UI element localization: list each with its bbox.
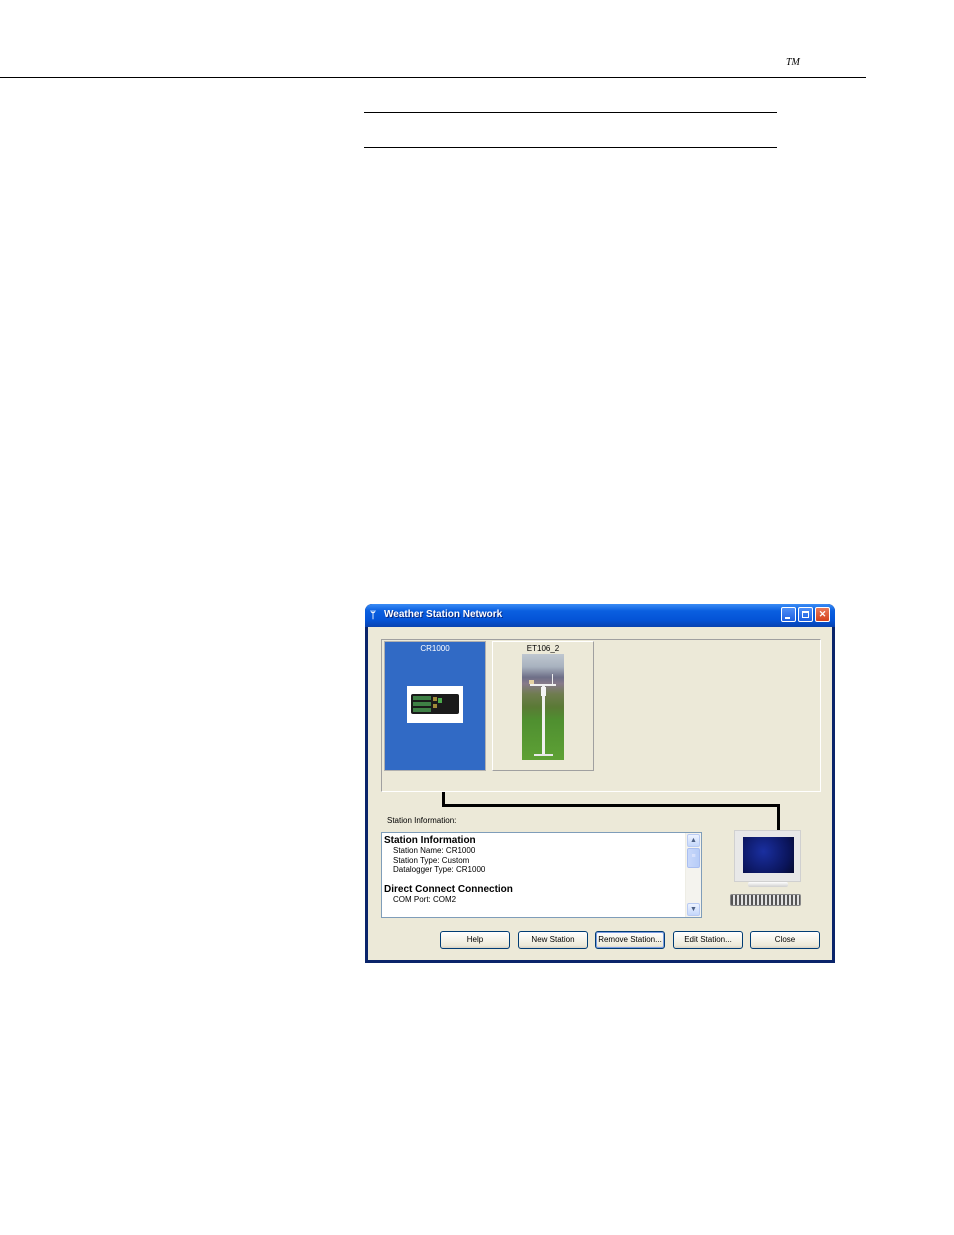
weather-station-icon (522, 654, 564, 760)
keyboard-icon (730, 894, 801, 906)
minimize-button[interactable] (781, 607, 796, 622)
station-list-panel: CR1000 ET106_2 (381, 639, 821, 792)
connection-line (777, 804, 780, 830)
antenna-icon: ᛘ (370, 610, 376, 621)
monitor-icon (734, 830, 801, 882)
table-top-rule (364, 112, 777, 113)
section-heading: Station Information (384, 835, 476, 846)
vertical-scrollbar[interactable]: ▲ ≡ ▼ (685, 833, 701, 917)
station-label: CR1000 (420, 644, 450, 653)
weather-station-network-window: ᛘ Weather Station Network ✕ CR1000 ET106… (365, 604, 835, 963)
scroll-down-button[interactable]: ▼ (687, 903, 700, 916)
info-line: Station Name: CR1000 (393, 846, 476, 855)
new-station-button[interactable]: New Station (518, 931, 588, 949)
maximize-button[interactable] (798, 607, 813, 622)
chevron-up-icon: ▲ (690, 837, 697, 844)
help-button[interactable]: Help (440, 931, 510, 949)
info-line: Station Type: Custom (393, 855, 470, 865)
header-rule (0, 77, 866, 78)
minimize-icon (785, 617, 790, 619)
close-window-button[interactable]: ✕ (815, 607, 830, 622)
remove-station-button[interactable]: Remove Station... (595, 931, 665, 949)
monitor-stand (748, 882, 788, 887)
scroll-thumb[interactable]: ≡ (687, 848, 700, 868)
grip-icon: ≡ (691, 853, 696, 860)
window-title: Weather Station Network (384, 609, 503, 620)
trademark-mark: TM (786, 57, 800, 68)
station-label: ET106_2 (526, 644, 560, 653)
edit-station-button[interactable]: Edit Station... (673, 931, 743, 949)
datalogger-icon (407, 686, 463, 723)
title-bar[interactable]: ᛘ Weather Station Network ✕ (365, 604, 835, 627)
table-bottom-rule (364, 147, 777, 148)
info-line: COM Port: COM2 (393, 894, 457, 904)
connection-line (442, 804, 780, 807)
window-client-area: CR1000 ET106_2 Station Information: Stat… (368, 627, 832, 960)
scroll-up-button[interactable]: ▲ (687, 834, 700, 847)
info-line: Datalogger Type: CR1000 (393, 865, 486, 874)
section-heading: Direct Connect Connection (384, 883, 513, 895)
station-information-content: Station Information Station Name: CR1000… (384, 835, 684, 904)
chevron-down-icon: ▼ (690, 906, 697, 913)
station-information-box[interactable]: Station Information Station Name: CR1000… (381, 832, 702, 918)
close-icon: ✕ (818, 609, 827, 619)
station-item-et106-2[interactable]: ET106_2 (492, 641, 594, 771)
station-information-label: Station Information: (387, 816, 457, 825)
computer-icon (730, 830, 806, 912)
close-button[interactable]: Close (750, 931, 820, 949)
station-item-cr1000[interactable]: CR1000 (384, 641, 486, 771)
maximize-icon (802, 611, 809, 618)
